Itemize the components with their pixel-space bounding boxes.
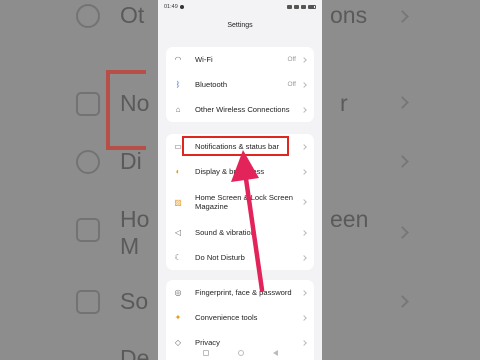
- blurred-settings-icon: [76, 4, 100, 28]
- settings-item-other-wireless[interactable]: ⌂ Other Wireless Connections: [166, 97, 314, 122]
- settings-item-wifi[interactable]: ◠ Wi-Fi Off: [166, 47, 314, 72]
- blurred-chevron-icon: [396, 10, 409, 23]
- chevron-right-icon: [301, 106, 307, 113]
- chevron-right-icon: [301, 143, 307, 150]
- settings-item-bluetooth[interactable]: ᛒ Bluetooth Off: [166, 72, 314, 97]
- wifi-status-icon: [301, 4, 306, 9]
- chevron-right-icon: [301, 254, 307, 261]
- settings-item-label: Fingerprint, face & password: [195, 287, 292, 297]
- settings-item-label: Home Screen & Lock Screen Magazine: [195, 192, 293, 212]
- status-time: 01:49: [164, 3, 178, 10]
- settings-item-value: Off: [287, 81, 296, 88]
- blurred-text: De: [120, 345, 150, 360]
- settings-item-value: Off: [287, 56, 296, 63]
- home-screen-icon: ▨: [174, 197, 182, 207]
- settings-item-label: Bluetooth: [195, 79, 228, 89]
- settings-item-sound[interactable]: ◁ Sound & vibration: [166, 220, 314, 245]
- blurred-chevron-icon: [396, 96, 409, 109]
- chevron-right-icon: [301, 81, 307, 88]
- wireless-connections-icon: ⌂: [175, 105, 181, 114]
- blurred-text: So: [120, 288, 149, 314]
- settings-item-do-not-disturb[interactable]: ☾ Do Not Disturb: [166, 245, 314, 270]
- status-time-wrap: 01:49: [164, 4, 184, 10]
- convenience-tools-icon: ✦: [174, 313, 182, 322]
- wifi-icon: ◠: [174, 55, 182, 64]
- settings-item-label: Sound & vibration: [195, 227, 255, 237]
- blurred-text: ons: [330, 2, 368, 28]
- chevron-right-icon: [301, 199, 307, 205]
- chevron-right-icon: [301, 289, 307, 296]
- battery-icon: [308, 4, 316, 9]
- chevron-right-icon: [301, 229, 307, 236]
- settings-item-fingerprint[interactable]: ◎ Fingerprint, face & password: [166, 280, 314, 305]
- blurred-text: M: [120, 233, 140, 259]
- chevron-right-icon: [301, 56, 307, 63]
- settings-item-display[interactable]: ◐ Display & brightness: [166, 159, 314, 184]
- settings-item-label: Other Wireless Connections: [195, 104, 290, 114]
- settings-item-label: Display & brightness: [195, 166, 265, 176]
- blurred-chevron-icon: [396, 226, 409, 239]
- status-bar: 01:49: [158, 0, 322, 13]
- highlight-box: [182, 136, 289, 156]
- blurred-text: Ho: [120, 206, 150, 232]
- settings-item-label: Do Not Disturb: [195, 252, 245, 262]
- back-button[interactable]: [272, 350, 278, 356]
- blurred-text: r: [340, 90, 348, 116]
- recents-button[interactable]: [202, 350, 209, 356]
- blurred-text: Ot: [120, 2, 145, 28]
- blurred-text: een: [330, 206, 369, 232]
- status-icons: [287, 4, 316, 9]
- blurred-notification-icon: [76, 92, 100, 116]
- chevron-right-icon: [301, 168, 307, 175]
- settings-item-label: Wi-Fi: [195, 54, 213, 64]
- blurred-home-icon: [76, 218, 100, 242]
- blurred-chevron-icon: [396, 295, 409, 308]
- sound-icon: ◁: [174, 228, 182, 237]
- signal-icon: [294, 4, 299, 9]
- home-button[interactable]: [237, 350, 244, 356]
- blurred-chevron-icon: [396, 155, 409, 168]
- notification-dot-icon: [179, 4, 184, 9]
- navigation-bar: [158, 346, 322, 360]
- blurred-sound-icon: [76, 290, 100, 314]
- phone-screen: 01:49 Settings ◠ Wi-Fi Off ᛒ Bluetooth O…: [158, 0, 322, 360]
- settings-item-convenience-tools[interactable]: ✦ Convenience tools: [166, 305, 314, 330]
- blurred-text: No: [120, 90, 150, 116]
- blurred-display-icon: [76, 150, 100, 174]
- chevron-right-icon: [301, 339, 307, 346]
- settings-group-connectivity: ◠ Wi-Fi Off ᛒ Bluetooth Off ⌂ Other Wire…: [166, 47, 314, 122]
- page-title: Settings: [227, 22, 253, 29]
- moon-icon: ☾: [174, 253, 182, 262]
- settings-item-label: Convenience tools: [195, 312, 258, 322]
- chevron-right-icon: [301, 314, 307, 321]
- fingerprint-icon: ◎: [174, 288, 182, 297]
- signal-icon: [287, 4, 292, 9]
- blurred-text: Di: [120, 148, 142, 174]
- display-icon: ◐: [175, 167, 181, 176]
- bluetooth-icon: ᛒ: [175, 80, 181, 89]
- settings-item-home-screen[interactable]: ▨ Home Screen & Lock Screen Magazine: [166, 184, 314, 220]
